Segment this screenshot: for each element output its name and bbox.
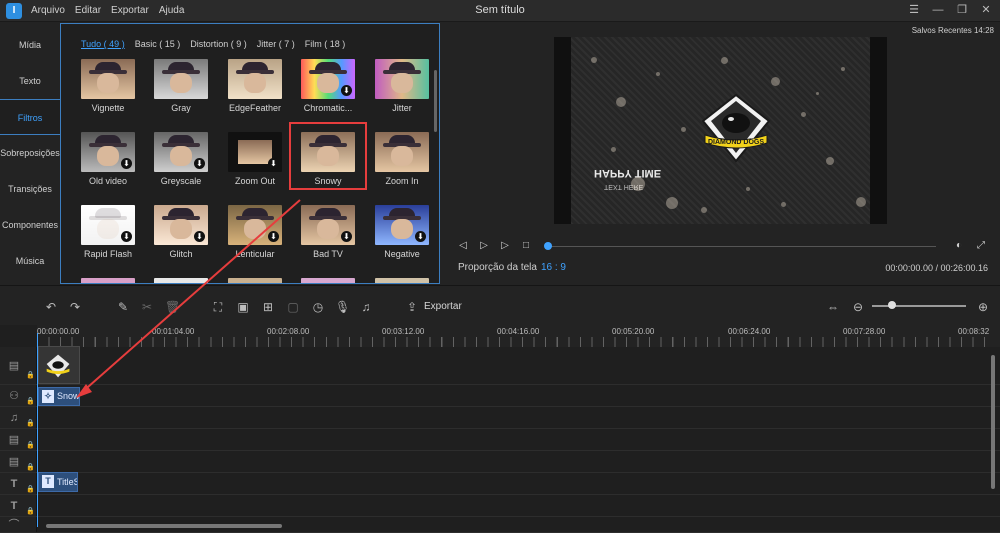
app-window: I Arquivo Editar Exportar Ajuda Sem títu… [0,0,1000,533]
drag-arrow-annotation [76,199,301,398]
drag-arrow-line [79,199,301,395]
